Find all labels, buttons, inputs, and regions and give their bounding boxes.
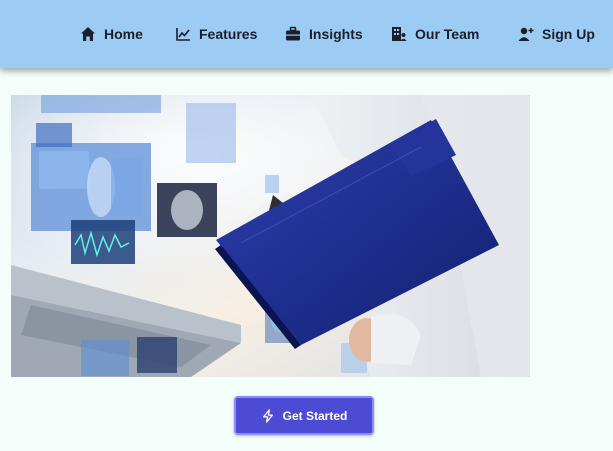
nav-item-our-team[interactable]: Our Team <box>390 24 479 44</box>
top-navbar: Home Features Insights Our Team Sign Up <box>0 0 613 68</box>
get-started-button[interactable]: Get Started <box>234 396 374 435</box>
nav-item-label: Our Team <box>415 26 480 42</box>
user-plus-icon <box>517 25 535 43</box>
nav-item-insights[interactable]: Insights <box>284 24 363 44</box>
chart-line-icon <box>174 25 192 43</box>
nav-item-sign-up[interactable]: Sign Up <box>517 24 595 44</box>
medical-tech-illustration <box>11 95 530 377</box>
nav-item-home[interactable]: Home <box>79 24 143 44</box>
building-user-icon <box>390 25 408 43</box>
briefcase-icon <box>284 25 302 43</box>
nav-item-label: Insights <box>309 26 363 42</box>
home-icon <box>79 25 97 43</box>
nav-item-label: Home <box>104 26 143 42</box>
get-started-label: Get Started <box>282 408 348 423</box>
bolt-icon <box>261 408 275 423</box>
nav-item-label: Features <box>199 26 258 42</box>
nav-item-label: Sign Up <box>542 26 595 42</box>
nav-item-features[interactable]: Features <box>174 24 257 44</box>
hero-image <box>11 95 530 377</box>
